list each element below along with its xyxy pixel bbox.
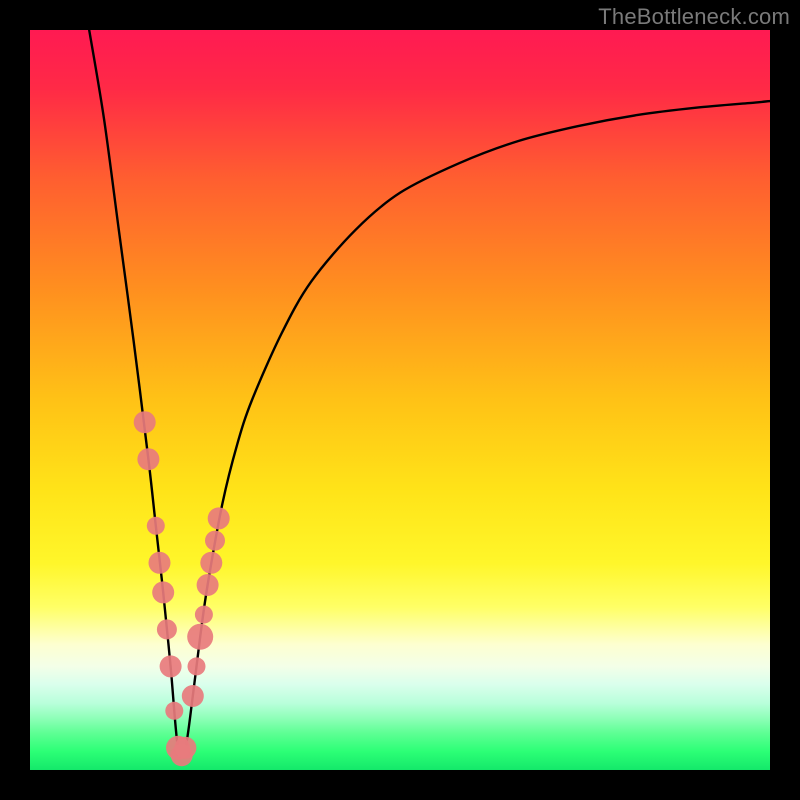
sample-point — [195, 606, 213, 624]
sample-point — [134, 411, 156, 433]
plot-area — [30, 30, 770, 770]
sample-point — [205, 531, 225, 551]
sample-point — [165, 702, 183, 720]
sample-point — [149, 552, 171, 574]
sample-point — [208, 507, 230, 529]
sample-point — [197, 574, 219, 596]
sample-point — [137, 448, 159, 470]
watermark-text: TheBottleneck.com — [598, 4, 790, 30]
sample-point — [160, 655, 182, 677]
sample-point — [200, 552, 222, 574]
bottleneck-chart — [30, 30, 770, 770]
sample-point — [187, 624, 213, 650]
sample-point — [174, 737, 196, 759]
sample-point — [182, 685, 204, 707]
sample-point — [188, 657, 206, 675]
chart-outer-frame: TheBottleneck.com — [0, 0, 800, 800]
sample-point — [152, 581, 174, 603]
sample-point — [147, 517, 165, 535]
sample-point — [157, 619, 177, 639]
